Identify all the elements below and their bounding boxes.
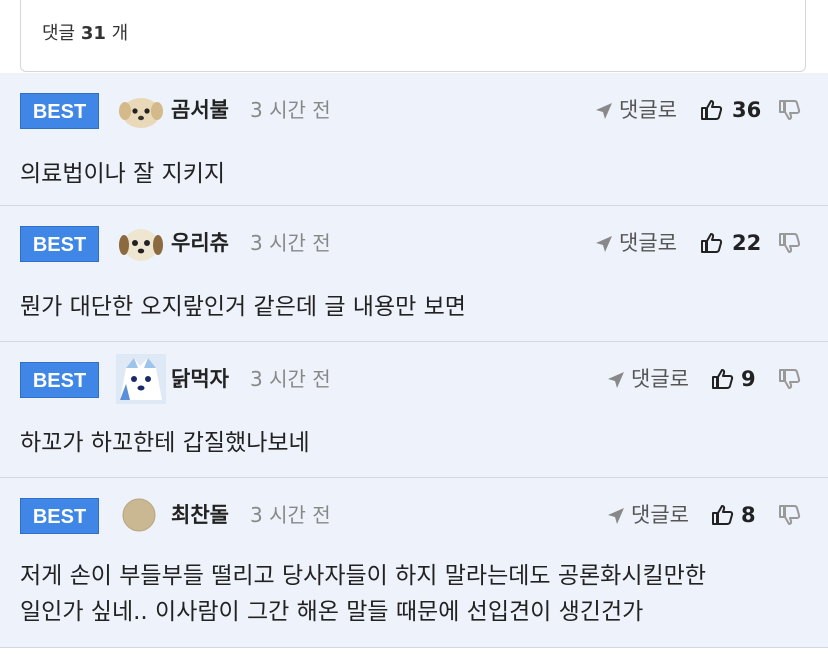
comment-item: BEST 최찬돌 3 시간 전 댓글로 8 저게 손이 부들부들 떨리고 당사자… [0,478,828,648]
comment-item: BEST 닭먹자 3 시간 전 댓글로 9 하꼬가 하꼬한테 갑질했나보네 [0,342,828,478]
reply-arrow-icon[interactable] [606,506,626,526]
comment-time: 3 시간 전 [250,503,331,527]
comment-text-line-2: 일인가 싶네.. 이사람이 그간 해온 말들 때문에 선입견이 생긴건가 [20,599,644,625]
comment-count-prefix: 댓글 [42,23,76,44]
white-dog-avatar-icon[interactable] [116,354,166,404]
comment-count-box [20,0,806,72]
reply-arrow-icon[interactable] [606,370,626,390]
puppy-avatar-icon[interactable] [118,87,164,133]
like-count: 22 [732,231,762,255]
reply-button[interactable]: 댓글로 [631,366,689,392]
reply-arrow-icon[interactable] [594,234,614,254]
comment-item: BEST 우리츄 3 시간 전 댓글로 22 뭔가 대단한 오지랖인거 같은데 … [0,206,828,342]
thumbs-down-icon[interactable] [778,98,802,122]
thumbs-up-icon[interactable] [711,367,735,391]
best-badge: BEST [20,226,99,262]
comment-time: 3 시간 전 [250,367,331,391]
comment-time: 3 시간 전 [250,231,331,255]
thumbs-up-icon[interactable] [700,231,724,255]
like-count: 9 [741,367,756,391]
comment-text-line-1: 저게 손이 부들부들 떨리고 당사자들이 하지 말라는데도 공론화시킬만한 [20,563,706,589]
beige-circle-avatar-icon[interactable] [120,496,158,534]
thumbs-down-icon[interactable] [778,503,802,527]
best-badge: BEST [20,362,99,398]
comment-count-number: 31 [80,23,106,44]
best-badge: BEST [20,498,99,534]
comment-item: BEST 곰서불 3 시간 전 댓글로 36 의료법이나 잘 지키지 [0,73,828,206]
comment-text: 의료법이나 잘 지키지 [20,161,226,187]
reply-button[interactable]: 댓글로 [619,230,677,256]
like-count: 8 [741,503,756,527]
comment-nickname[interactable]: 닭먹자 [171,366,229,392]
thumbs-down-icon[interactable] [778,367,802,391]
comment-list: BEST 곰서불 3 시간 전 댓글로 36 의료법이나 잘 지키지 BEST [0,73,828,648]
thumbs-up-icon[interactable] [711,503,735,527]
comment-count-suffix: 개 [111,23,129,44]
reply-arrow-icon[interactable] [594,101,614,121]
comment-nickname[interactable]: 최찬돌 [171,502,229,528]
thumbs-up-icon[interactable] [700,98,724,122]
comment-text: 뭔가 대단한 오지랖인거 같은데 글 내용만 보면 [20,294,466,320]
reply-button[interactable]: 댓글로 [619,97,677,123]
like-count: 36 [732,98,762,122]
thumbs-down-icon[interactable] [778,231,802,255]
comment-time: 3 시간 전 [250,98,331,122]
comment-count: 댓글 31 개 [42,21,128,47]
comment-text: 하꼬가 하꼬한테 갑질했나보네 [20,430,310,456]
reply-button[interactable]: 댓글로 [631,502,689,528]
comment-nickname[interactable]: 우리츄 [171,230,229,256]
best-badge: BEST [20,93,99,129]
comment-nickname[interactable]: 곰서불 [171,97,229,123]
puppy-avatar-icon[interactable] [118,220,164,266]
